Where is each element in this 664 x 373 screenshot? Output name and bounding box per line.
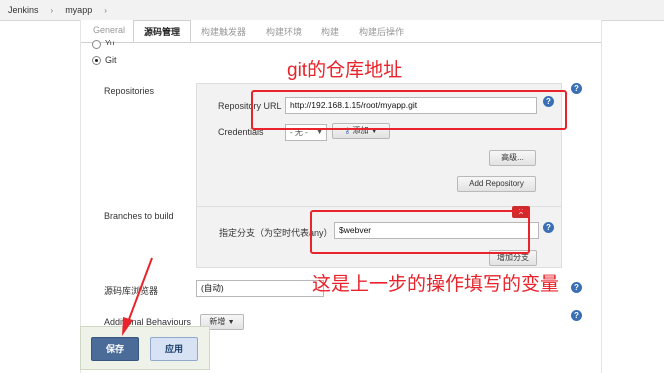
annotation-arrow bbox=[122, 257, 153, 336]
